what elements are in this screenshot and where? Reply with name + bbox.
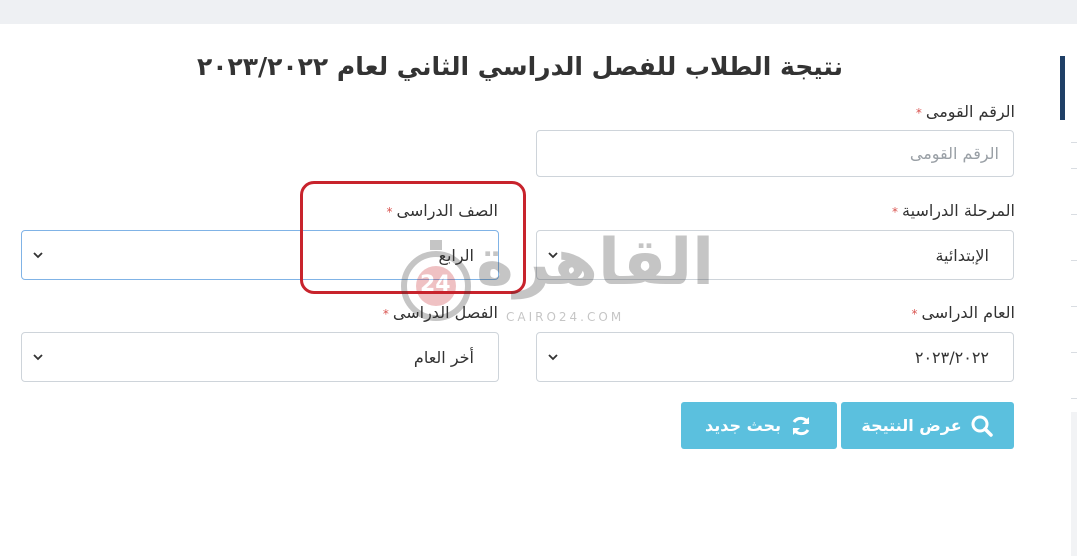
sidebar-divider <box>1071 168 1077 169</box>
year-select[interactable]: ٢٠٢٣/٢٠٢٢ <box>536 332 1014 382</box>
sidebar-accent <box>1060 56 1065 120</box>
national-id-label-text: الرقم القومى <box>925 102 1015 121</box>
sidebar-edge <box>1043 56 1077 556</box>
new-search-button[interactable]: بحث جديد <box>681 402 837 449</box>
sidebar-panel <box>1071 412 1077 556</box>
highlight-annotation <box>300 181 526 294</box>
chevron-down-icon <box>33 354 43 361</box>
stage-selected-value: الإبتدائية <box>935 245 989 265</box>
chevron-down-icon <box>33 252 43 259</box>
year-label-text: العام الدراسى <box>921 303 1015 322</box>
chevron-down-icon <box>548 354 558 361</box>
year-selected-value: ٢٠٢٣/٢٠٢٢ <box>914 347 989 367</box>
national-id-input[interactable]: الرقم القومى <box>536 130 1014 177</box>
sidebar-divider <box>1071 398 1077 399</box>
stage-select[interactable]: الإبتدائية <box>536 230 1014 280</box>
show-result-label: عرض النتيجة <box>861 416 962 435</box>
page-title: نتيجة الطلاب للفصل الدراسي الثاني لعام ٢… <box>196 52 844 81</box>
year-label: العام الدراسى* <box>800 303 1015 322</box>
sidebar-divider <box>1071 214 1077 215</box>
show-result-button[interactable]: عرض النتيجة <box>841 402 1014 449</box>
new-search-label: بحث جديد <box>704 416 782 435</box>
sidebar-divider <box>1071 260 1077 261</box>
watermark-subtext: CAIRO24.COM <box>506 310 625 324</box>
stage-label-text: المرحلة الدراسية <box>902 201 1015 220</box>
required-mark: * <box>892 205 899 219</box>
top-bar <box>0 0 1077 24</box>
term-label-text: الفصل الدراسى <box>392 303 498 322</box>
refresh-icon <box>792 416 810 435</box>
search-icon <box>971 415 993 437</box>
national-id-placeholder: الرقم القومى <box>909 144 999 163</box>
required-mark: * <box>915 106 922 120</box>
sidebar-divider <box>1071 142 1077 143</box>
required-mark: * <box>911 307 918 321</box>
stage-label: المرحلة الدراسية* <box>800 201 1015 220</box>
term-select[interactable]: أخر العام <box>21 332 499 382</box>
required-mark: * <box>382 307 389 321</box>
national-id-label: الرقم القومى* <box>800 102 1015 121</box>
chevron-down-icon <box>548 252 558 259</box>
sidebar-divider <box>1071 306 1077 307</box>
term-selected-value: أخر العام <box>413 347 474 367</box>
sidebar-divider <box>1071 352 1077 353</box>
term-label: الفصل الدراسى* <box>280 303 498 322</box>
